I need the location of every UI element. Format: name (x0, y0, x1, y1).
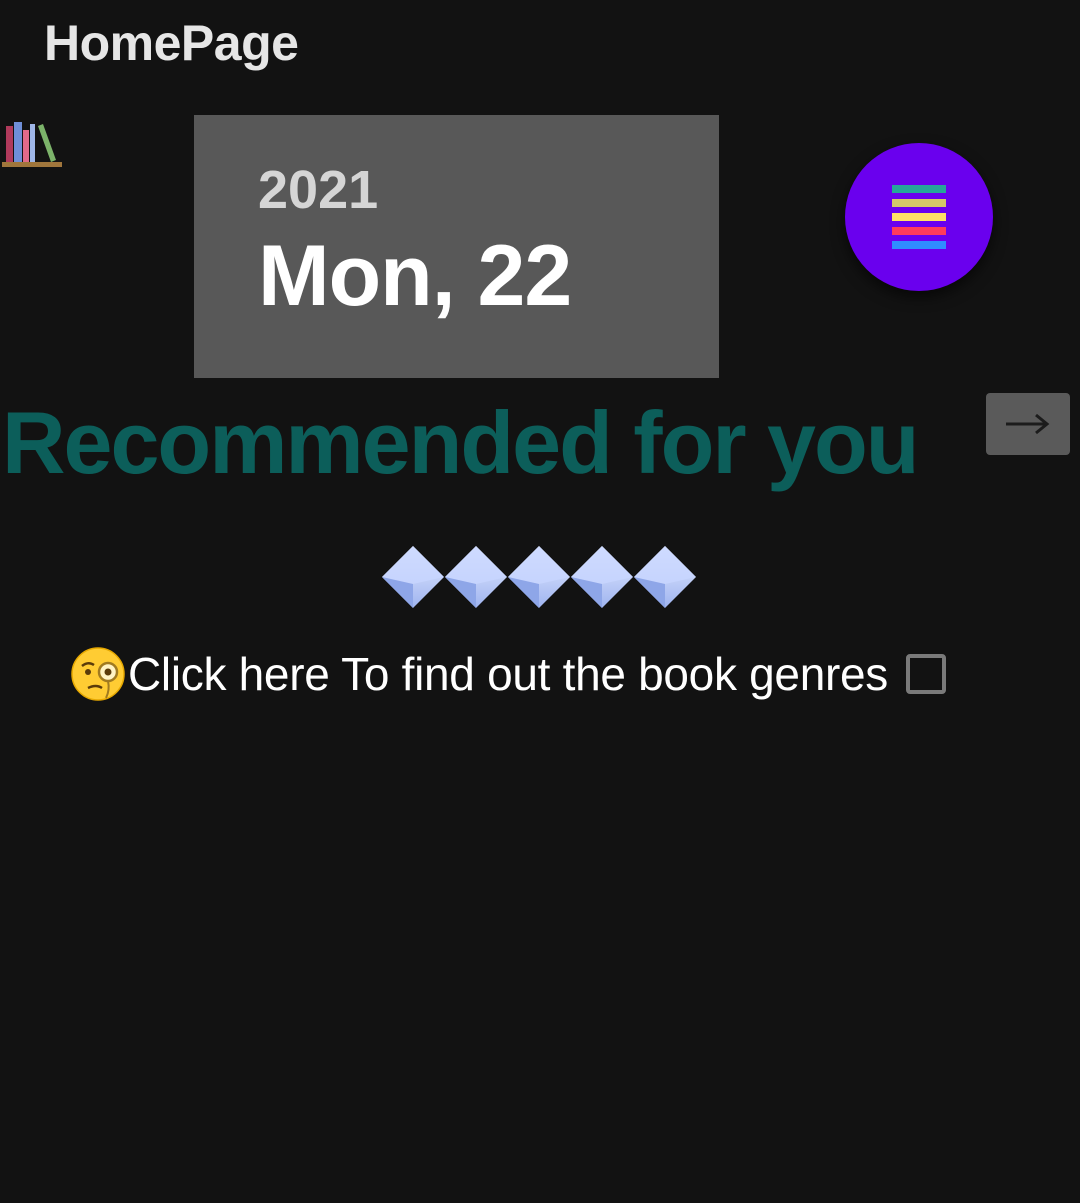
menu-button[interactable] (845, 143, 993, 291)
date-day: Mon, 22 (258, 228, 572, 324)
diamond-icon (382, 546, 444, 608)
diamond-icon (508, 546, 570, 608)
date-card: 2021 Mon, 22 (194, 115, 719, 378)
genres-link[interactable]: Click here To find out the book genres (70, 644, 946, 704)
diamond-icon (445, 546, 507, 608)
page-title: HomePage (44, 15, 299, 71)
books-icon (2, 122, 62, 167)
date-year: 2021 (258, 160, 379, 220)
face-with-monocle-icon (71, 647, 125, 701)
genres-checkbox[interactable] (906, 654, 946, 694)
next-arrow-button[interactable] (986, 393, 1070, 455)
genres-label: Click here To find out the book genres (128, 648, 888, 700)
arrow-right-icon (1006, 413, 1050, 435)
recommended-heading: Recommended for you (2, 393, 919, 492)
diamond-icon (571, 546, 633, 608)
hamburger-menu-icon (892, 185, 946, 249)
diamond-icon (634, 546, 696, 608)
diamond-rating (382, 546, 696, 608)
